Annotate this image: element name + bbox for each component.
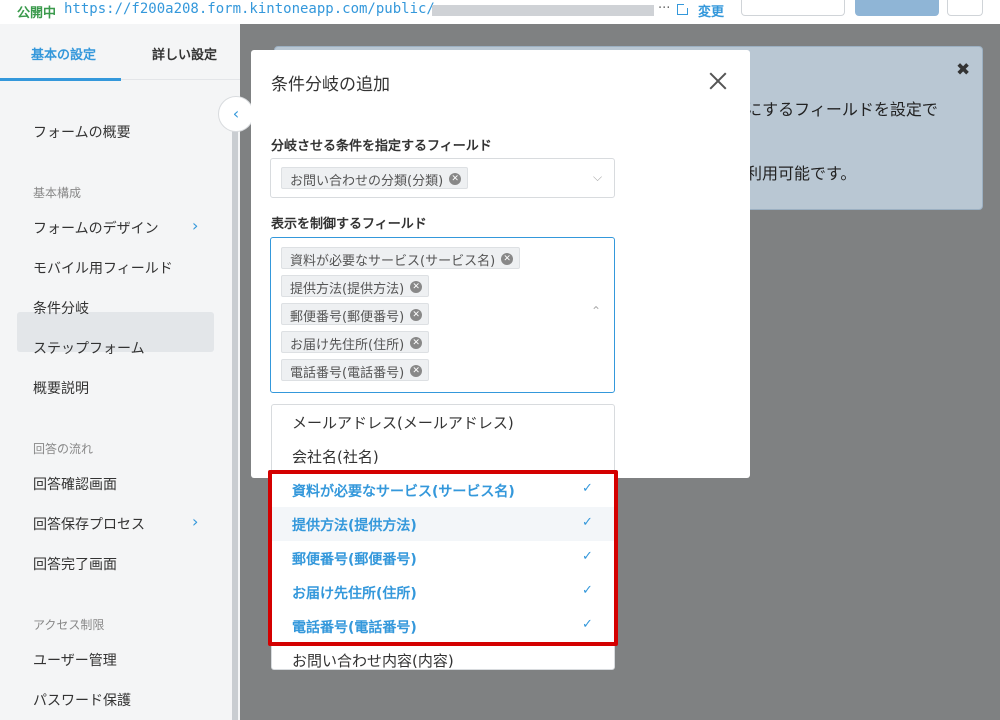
selected-chip: お問い合わせの分類(分類) ✕ — [281, 167, 469, 189]
sidebar-item-password[interactable]: パスワード保護 — [33, 690, 131, 710]
chevron-up-icon[interactable]: ⌃ — [591, 304, 601, 318]
notice-text: 利用可能です。 — [746, 164, 857, 183]
chip-label: 資料が必要なサービス(サービス名) — [290, 254, 496, 269]
active-tab-indicator — [0, 78, 121, 81]
update-button[interactable] — [855, 0, 939, 16]
sidebar-item-mobile[interactable]: モバイル用フィールド — [33, 258, 173, 278]
tab-advanced-settings[interactable]: 詳しい設定 — [152, 44, 217, 63]
tab-basic-settings[interactable]: 基本の設定 — [31, 44, 96, 63]
close-icon[interactable] — [707, 70, 729, 92]
condition-field-label: 分岐させる条件を指定するフィールド — [271, 139, 492, 154]
chevron-right-icon: › — [192, 216, 199, 235]
external-link-icon[interactable] — [677, 2, 690, 15]
url-ellipsis: ··· — [658, 1, 671, 16]
sidebar-scrollbar[interactable] — [232, 98, 238, 720]
chevron-down-icon[interactable]: ⌵ — [593, 170, 602, 185]
dropdown-option[interactable]: お問い合わせ内容(内容) — [292, 650, 454, 669]
dropdown-option[interactable]: メールアドレス(メールアドレス) — [292, 412, 514, 433]
chip-label: お問い合わせの分類(分類) — [290, 174, 444, 189]
selected-chip: 電話番号(電話番号) ✕ — [281, 359, 430, 381]
notice-close-icon[interactable]: ✖ — [956, 60, 970, 80]
annotation-highlight-box — [268, 470, 618, 646]
sidebar-item-users[interactable]: ユーザー管理 — [33, 650, 117, 670]
chevron-right-icon: › — [192, 512, 199, 531]
display-field-label: 表示を制御するフィールド — [271, 217, 427, 232]
remove-chip-icon[interactable]: ✕ — [410, 337, 423, 349]
selected-chip: お届け先住所(住所) ✕ — [281, 331, 430, 353]
sidebar-item-summary[interactable]: 概要説明 — [33, 378, 89, 398]
collapse-sidebar-button[interactable]: ‹ — [218, 96, 254, 132]
chip-label: 電話番号(電話番号) — [290, 366, 405, 381]
dropdown-option[interactable]: 会社名(社名) — [292, 446, 379, 467]
display-field-select[interactable]: 資料が必要なサービス(サービス名) ✕ 提供方法(提供方法) ✕ 郵便番号(郵便… — [270, 237, 615, 393]
top-bar: 公開中 https://f200a208.form.kintoneapp.com… — [0, 0, 1000, 24]
selected-chip: 資料が必要なサービス(サービス名) ✕ — [281, 247, 521, 269]
status-badge: 公開中 — [17, 6, 57, 21]
sidebar-item-complete[interactable]: 回答完了画面 — [33, 554, 117, 574]
sidebar-group-flow: 回答の流れ — [33, 442, 94, 456]
sidebar-group-access: アクセス制限 — [33, 618, 105, 632]
sidebar-item-step[interactable]: ステップフォーム — [33, 338, 145, 358]
sidebar-item-confirm[interactable]: 回答確認画面 — [33, 474, 117, 494]
chip-label: 郵便番号(郵便番号) — [290, 310, 405, 325]
preview-button[interactable] — [741, 0, 845, 16]
sidebar-item-overview[interactable]: フォームの概要 — [33, 122, 131, 142]
selected-chip: 郵便番号(郵便番号) ✕ — [281, 303, 430, 325]
chip-label: お届け先住所(住所) — [290, 338, 405, 353]
sidebar-item-save-process[interactable]: 回答保存プロセス — [33, 514, 145, 534]
menu-button[interactable] — [947, 0, 983, 16]
sidebar-tabs: 基本の設定 詳しい設定 — [0, 24, 240, 81]
change-url-link[interactable]: 変更 — [698, 1, 724, 20]
remove-chip-icon[interactable]: ✕ — [449, 173, 462, 185]
redacted-url-part — [432, 5, 654, 16]
condition-field-select[interactable]: お問い合わせの分類(分類) ✕ ⌵ — [270, 158, 615, 198]
selected-chip: 提供方法(提供方法) ✕ — [281, 275, 430, 297]
sidebar-item-conditional[interactable]: 条件分岐 — [33, 298, 89, 318]
remove-chip-icon[interactable]: ✕ — [501, 253, 514, 265]
remove-chip-icon[interactable]: ✕ — [410, 309, 423, 321]
public-url-link[interactable]: https://f200a208.form.kintoneapp.com/pub… — [64, 1, 435, 17]
remove-chip-icon[interactable]: ✕ — [410, 365, 423, 377]
chip-label: 提供方法(提供方法) — [290, 282, 405, 297]
remove-chip-icon[interactable]: ✕ — [410, 281, 423, 293]
sidebar-group-basic: 基本構成 — [33, 186, 82, 200]
sidebar: 基本の設定 詳しい設定 フォームの概要 基本構成 フォームのデザイン › モバイ… — [0, 24, 240, 720]
notice-text: にするフィールドを設定で — [746, 100, 938, 119]
sidebar-item-design[interactable]: フォームのデザイン — [33, 218, 159, 238]
dialog-title: 条件分岐の追加 — [271, 75, 390, 95]
